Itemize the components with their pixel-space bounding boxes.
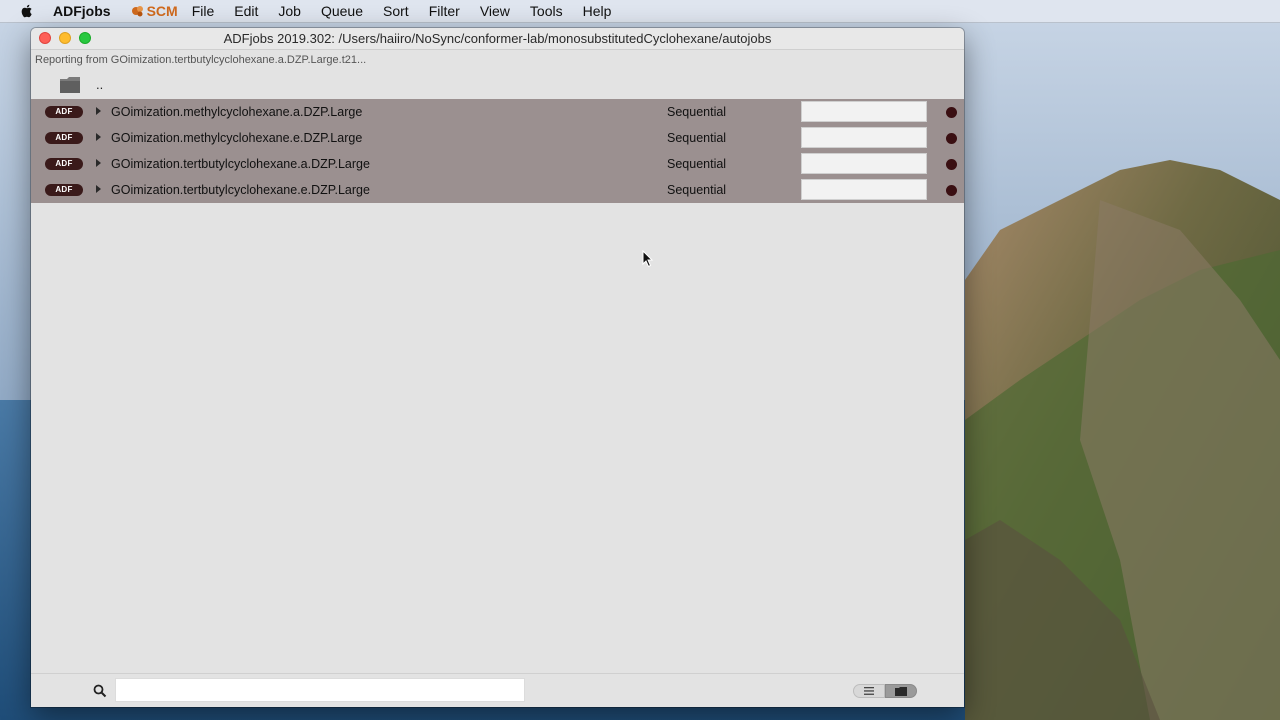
empty-job-area (31, 203, 964, 673)
disclosure-triangle-icon[interactable] (96, 133, 101, 141)
job-row[interactable]: ADF GOimization.methylcyclohexane.a.DZP.… (31, 99, 964, 125)
menu-edit[interactable]: Edit (234, 3, 258, 19)
job-name[interactable]: GOimization.tertbutylcyclohexane.e.DZP.L… (111, 183, 370, 197)
job-list: ADF GOimization.methylcyclohexane.a.DZP.… (31, 99, 964, 203)
mouse-cursor-icon (642, 250, 654, 268)
window-title: ADFjobs 2019.302: /Users/haiiro/NoSync/c… (223, 31, 772, 46)
menu-view[interactable]: View (480, 3, 510, 19)
folder-icon (895, 686, 907, 696)
parent-folder-row[interactable]: .. (31, 71, 964, 99)
adf-badge[interactable]: ADF (45, 106, 83, 118)
status-message: Reporting from GOimization.tertbutylcycl… (35, 54, 367, 66)
adf-badge[interactable]: ADF (45, 184, 83, 196)
job-name[interactable]: GOimization.methylcyclohexane.e.DZP.Larg… (111, 131, 362, 145)
menu-bar: ADFjobs SCM File Edit Job Queue Sort Fil… (0, 0, 1280, 23)
menu-file[interactable]: File (192, 3, 215, 19)
search-input[interactable] (115, 678, 525, 702)
menu-sort[interactable]: Sort (383, 3, 409, 19)
adf-badge[interactable]: ADF (45, 158, 83, 170)
job-queue[interactable]: Sequential (667, 157, 726, 171)
parent-dir-label[interactable]: .. (96, 77, 103, 92)
menu-help[interactable]: Help (583, 3, 612, 19)
list-icon (864, 687, 874, 695)
job-status-dot-icon (946, 159, 957, 170)
job-queue[interactable]: Sequential (667, 131, 726, 145)
job-status-field[interactable] (801, 101, 927, 122)
job-name[interactable]: GOimization.tertbutylcyclohexane.a.DZP.L… (111, 157, 370, 171)
job-queue[interactable]: Sequential (667, 183, 726, 197)
menu-tools[interactable]: Tools (530, 3, 563, 19)
folder-view-button[interactable] (885, 684, 917, 698)
adfjobs-window: ADFjobs 2019.302: /Users/haiiro/NoSync/c… (31, 28, 964, 707)
job-queue[interactable]: Sequential (667, 105, 726, 119)
disclosure-triangle-icon[interactable] (96, 107, 101, 115)
window-titlebar[interactable]: ADFjobs 2019.302: /Users/haiiro/NoSync/c… (31, 28, 964, 50)
job-row[interactable]: ADF GOimization.methylcyclohexane.e.DZP.… (31, 125, 964, 151)
menu-queue[interactable]: Queue (321, 3, 363, 19)
menu-filter[interactable]: Filter (429, 3, 460, 19)
list-view-button[interactable] (853, 684, 885, 698)
job-name[interactable]: GOimization.methylcyclohexane.a.DZP.Larg… (111, 105, 362, 119)
menu-scm[interactable]: SCM (131, 3, 178, 19)
folder-icon[interactable] (59, 75, 81, 95)
disclosure-triangle-icon[interactable] (96, 159, 101, 167)
job-status-field[interactable] (801, 179, 927, 200)
scm-logo-icon (131, 6, 143, 17)
job-row[interactable]: ADF GOimization.tertbutylcyclohexane.a.D… (31, 151, 964, 177)
job-status-field[interactable] (801, 127, 927, 148)
job-row[interactable]: ADF GOimization.tertbutylcyclohexane.e.D… (31, 177, 964, 203)
scm-label: SCM (146, 3, 178, 19)
menu-job[interactable]: Job (278, 3, 301, 19)
disclosure-triangle-icon[interactable] (96, 185, 101, 193)
apple-icon[interactable] (19, 3, 35, 19)
adf-badge[interactable]: ADF (45, 132, 83, 144)
search-icon (93, 684, 107, 698)
menu-app-name[interactable]: ADFjobs (53, 3, 111, 19)
job-status-dot-icon (946, 133, 957, 144)
job-status-field[interactable] (801, 153, 927, 174)
bottom-bar (31, 673, 964, 707)
job-status-dot-icon (946, 185, 957, 196)
job-status-dot-icon (946, 107, 957, 118)
view-mode-toggle[interactable] (853, 684, 917, 698)
